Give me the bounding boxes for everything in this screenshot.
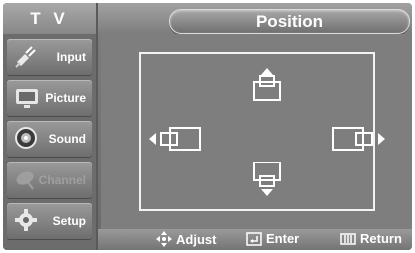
four-way-arrow-icon: [156, 231, 172, 247]
sidebar-item-label: Picture: [45, 91, 86, 105]
tv-osd-screen: T V Input Picture Sound Channel Setup Po…: [3, 3, 412, 250]
position-panel: [101, 34, 412, 231]
sidebar-item-label: Setup: [52, 214, 86, 228]
sidebar-item-label: Input: [56, 50, 86, 64]
return-hint: Return: [340, 231, 402, 246]
footer-hints: Adjust Enter Return: [98, 229, 412, 250]
sidebar-item-sound[interactable]: Sound: [7, 121, 92, 157]
sidebar-item-label: Channel: [38, 173, 86, 187]
tv-title: T V: [3, 3, 96, 34]
enter-label: Enter: [266, 231, 300, 246]
move-up-icon[interactable]: [249, 68, 285, 102]
input-plug-icon: [15, 46, 36, 68]
sidebar-item-channel[interactable]: Channel: [7, 162, 92, 198]
adjust-label: Adjust: [176, 231, 217, 247]
move-right-icon[interactable]: [331, 125, 385, 153]
move-left-icon[interactable]: [149, 125, 203, 153]
enter-hint: Enter: [246, 231, 299, 246]
screen-position-frame: [139, 52, 385, 211]
tv-osd-frame: T V Input Picture Sound Channel Setup Po…: [0, 0, 415, 253]
speaker-icon: [15, 127, 37, 149]
return-icon: [340, 232, 356, 245]
move-down-icon[interactable]: [249, 162, 285, 198]
sidebar-item-picture[interactable]: Picture: [7, 80, 92, 116]
sidebar-item-input[interactable]: Input: [7, 39, 92, 75]
sidebar-item-setup[interactable]: Setup: [7, 203, 92, 239]
gear-icon: [15, 209, 37, 231]
picture-monitor-icon: [16, 89, 38, 108]
return-label: Return: [360, 231, 402, 246]
enter-icon: [246, 231, 262, 246]
sidebar: T V Input Picture Sound Channel Setup: [3, 3, 98, 250]
adjust-hint: Adjust: [156, 231, 216, 247]
page-title: Position: [169, 9, 410, 34]
satellite-dish-icon: [16, 171, 34, 190]
sidebar-item-label: Sound: [48, 132, 86, 146]
